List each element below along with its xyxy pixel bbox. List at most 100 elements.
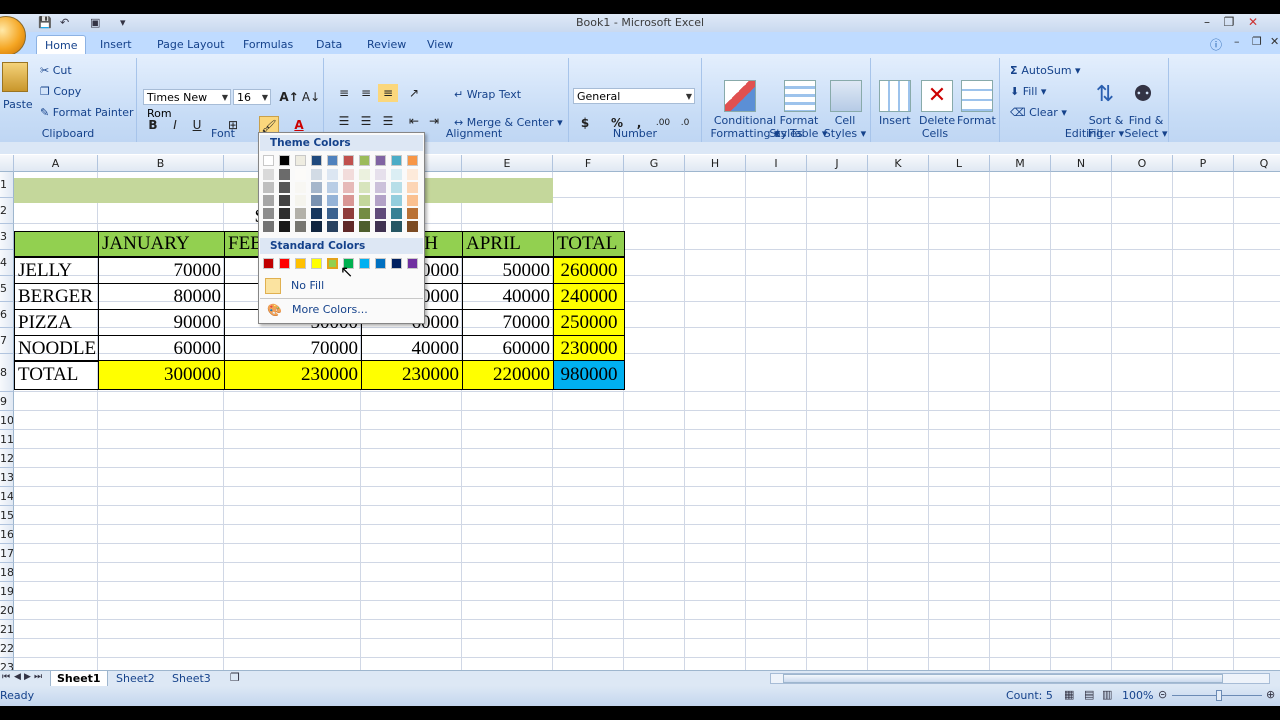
align-top-icon[interactable]: ≡: [334, 84, 354, 102]
insert-cells-button[interactable]: Insert: [879, 114, 911, 127]
theme-color-swatch[interactable]: [263, 155, 274, 166]
row-header-3[interactable]: 3: [0, 224, 14, 250]
column-header-a[interactable]: A: [14, 155, 98, 172]
row-header-15[interactable]: 15: [0, 506, 14, 525]
theme-color-swatch[interactable]: [359, 155, 370, 166]
sheet-nav-next-icon[interactable]: ▶: [24, 672, 31, 682]
theme-color-swatch[interactable]: [311, 182, 322, 193]
theme-color-swatch[interactable]: [407, 221, 418, 232]
column-header-q[interactable]: Q: [1234, 155, 1280, 172]
column-header-i[interactable]: I: [746, 155, 807, 172]
help-icon[interactable]: ⓘ: [1210, 36, 1222, 53]
theme-color-swatch[interactable]: [375, 221, 386, 232]
conditional-formatting-icon[interactable]: [724, 80, 756, 112]
binoculars-icon[interactable]: ⚉: [1128, 80, 1158, 110]
standard-color-swatch[interactable]: [279, 258, 290, 269]
theme-color-swatch[interactable]: [279, 208, 290, 219]
cell-b8[interactable]: 300000: [98, 360, 225, 390]
normal-view-icon[interactable]: ▦: [1064, 688, 1074, 701]
theme-color-swatch[interactable]: [327, 182, 338, 193]
cell-f8[interactable]: 980000: [553, 360, 625, 390]
theme-color-swatch[interactable]: [343, 169, 354, 180]
theme-color-swatch[interactable]: [263, 182, 274, 193]
theme-color-swatch[interactable]: [327, 208, 338, 219]
delete-cells-button[interactable]: Delete: [919, 114, 955, 127]
theme-color-swatch[interactable]: [407, 195, 418, 206]
theme-color-swatch[interactable]: [311, 195, 322, 206]
customize-qat-icon[interactable]: ▾: [120, 16, 134, 29]
worksheet-grid[interactable]: ABCDEFGHIJKLMNOPQ 1234567891011121314151…: [0, 155, 1280, 670]
more-colors-item[interactable]: 🎨 More Colors...: [263, 300, 420, 320]
standard-color-swatch[interactable]: [407, 258, 418, 269]
cell-f4[interactable]: 260000: [553, 257, 625, 284]
theme-color-swatch[interactable]: [295, 221, 306, 232]
theme-color-swatch[interactable]: [327, 155, 338, 166]
column-header-m[interactable]: M: [990, 155, 1051, 172]
align-left-icon[interactable]: ☰: [334, 112, 354, 130]
insert-sheet-icon[interactable]: ❐: [230, 671, 240, 684]
sheet-nav-prev-icon[interactable]: ◀: [14, 672, 21, 682]
column-header-l[interactable]: L: [929, 155, 990, 172]
standard-color-swatch[interactable]: [311, 258, 322, 269]
tab-page-layout[interactable]: Page Layout: [149, 35, 233, 54]
column-header-e[interactable]: E: [462, 155, 553, 172]
theme-color-swatch[interactable]: [375, 169, 386, 180]
row-header-16[interactable]: 16: [0, 525, 14, 544]
row-header-20[interactable]: 20: [0, 601, 14, 620]
save-icon[interactable]: 💾: [38, 16, 52, 29]
cell-e5[interactable]: 40000: [462, 283, 554, 310]
cell-a5[interactable]: BERGER: [14, 283, 99, 310]
theme-color-swatch[interactable]: [375, 155, 386, 166]
theme-color-swatch[interactable]: [375, 208, 386, 219]
theme-color-swatch[interactable]: [343, 221, 354, 232]
cell-a4[interactable]: JELLY: [14, 257, 99, 284]
theme-color-swatch[interactable]: [407, 208, 418, 219]
theme-color-swatch[interactable]: [359, 182, 370, 193]
theme-color-swatch[interactable]: [407, 182, 418, 193]
row-header-9[interactable]: 9: [0, 392, 14, 411]
standard-color-swatch[interactable]: [295, 258, 306, 269]
insert-cells-icon[interactable]: [879, 80, 911, 112]
sort-filter-icon[interactable]: ⇅: [1090, 80, 1120, 110]
select-all-corner[interactable]: [0, 155, 14, 172]
theme-color-swatch[interactable]: [359, 169, 370, 180]
cell-e6[interactable]: 70000: [462, 309, 554, 336]
tab-data[interactable]: Data: [308, 35, 350, 54]
page-layout-view-icon[interactable]: ▤: [1084, 688, 1094, 701]
theme-color-swatch[interactable]: [279, 169, 290, 180]
cell-b7[interactable]: 60000: [98, 335, 225, 362]
row-header-11[interactable]: 11: [0, 430, 14, 449]
column-header-n[interactable]: N: [1051, 155, 1112, 172]
theme-color-swatch[interactable]: [407, 169, 418, 180]
standard-color-swatch[interactable]: [359, 258, 370, 269]
zoom-out-icon[interactable]: ⊝: [1158, 688, 1167, 701]
theme-color-swatch[interactable]: [327, 195, 338, 206]
theme-color-swatch[interactable]: [343, 208, 354, 219]
theme-color-swatch[interactable]: [327, 221, 338, 232]
ribbon-close-icon[interactable]: ✕: [1270, 35, 1279, 48]
cell-b6[interactable]: 90000: [98, 309, 225, 336]
theme-color-swatch[interactable]: [279, 182, 290, 193]
theme-color-swatch[interactable]: [311, 208, 322, 219]
wrap-text-button[interactable]: ↵ Wrap Text: [454, 88, 521, 101]
paste-button[interactable]: Paste: [3, 98, 33, 111]
theme-color-swatch[interactable]: [391, 195, 402, 206]
minimize-button[interactable]: –: [1196, 15, 1218, 30]
standard-color-swatch[interactable]: [263, 258, 274, 269]
theme-color-swatch[interactable]: [391, 221, 402, 232]
delete-cells-icon[interactable]: ✕: [921, 80, 953, 112]
format-painter-button[interactable]: ✎ Format Painter: [40, 106, 134, 119]
row-header-13[interactable]: 13: [0, 468, 14, 487]
theme-color-swatch[interactable]: [407, 155, 418, 166]
theme-color-swatch[interactable]: [359, 208, 370, 219]
sheet-tab-3[interactable]: Sheet3: [166, 671, 217, 686]
theme-color-swatch[interactable]: [343, 182, 354, 193]
theme-color-swatch[interactable]: [391, 182, 402, 193]
restore-button[interactable]: ❐: [1218, 15, 1240, 30]
number-format-combo[interactable]: General ▼: [573, 88, 695, 104]
undo-icon[interactable]: ↶: [60, 16, 74, 29]
cell-a8[interactable]: TOTAL: [14, 360, 99, 390]
cut-button[interactable]: ✂ Cut: [40, 64, 72, 77]
autosum-button[interactable]: Σ AutoSum ▾: [1010, 64, 1081, 77]
cell-f3[interactable]: TOTAL: [553, 231, 625, 257]
